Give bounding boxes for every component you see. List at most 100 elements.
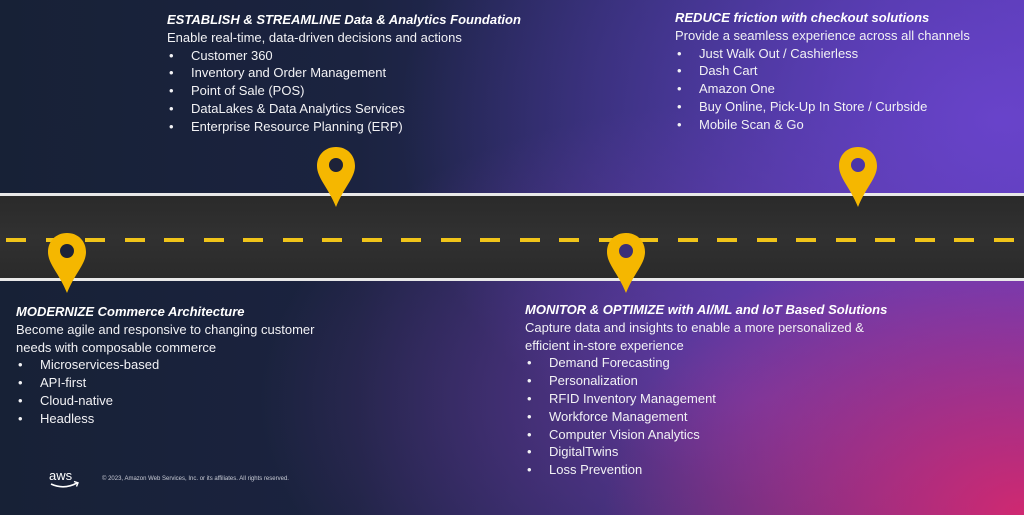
bullet-icon: • (677, 98, 682, 114)
center-line (0, 238, 1024, 242)
list-item: • Microservices-based (16, 356, 314, 374)
lane-dash (164, 238, 184, 242)
map-pin-icon-monitor (607, 233, 645, 293)
list-item-label: Dash Cart (699, 63, 758, 79)
bullet-icon: • (527, 462, 532, 478)
bullet-icon: • (527, 355, 532, 371)
list-item-label: Just Walk Out / Cashierless (699, 45, 859, 61)
list-item-label: Personalization (549, 373, 638, 389)
list-item: • Cloud-native (16, 392, 314, 410)
list-item: • Inventory and Order Management (167, 64, 521, 82)
reduce-title: REDUCE friction with checkout solutions (675, 10, 930, 25)
lane-dash (993, 238, 1014, 242)
lane-dash (559, 238, 579, 242)
list-item: • Loss Prevention (525, 461, 887, 479)
copyright-text: © 2023, Amazon Web Services, Inc. or its… (102, 476, 289, 482)
list-item-label: Point of Sale (POS) (191, 83, 305, 99)
list-item: • Workforce Management (525, 408, 887, 426)
lane-dash (519, 238, 540, 242)
lane-dash (677, 238, 698, 242)
lane-dash (875, 238, 895, 242)
list-item: • Customer 360 (167, 47, 521, 65)
list-item-label: Buy Online, Pick-Up In Store / Curbside (699, 98, 928, 114)
monitor-subtitle-line2: efficient in-store experience (525, 337, 684, 353)
map-pin-icon-modernize (48, 233, 86, 293)
lane-dash (480, 238, 500, 242)
bullet-icon: • (677, 45, 682, 61)
list-item: • Enterprise Resource Planning (ERP) (167, 118, 521, 136)
bullet-icon: • (527, 444, 532, 460)
establish-section: ESTABLISH & STREAMLINE Data & Analytics … (167, 11, 521, 136)
lane-dash (756, 238, 777, 242)
monitor-title: MONITOR & OPTIMIZE with AI/ML and IoT Ba… (525, 302, 888, 317)
lane-dash (85, 238, 105, 242)
list-item-label: Computer Vision Analytics (549, 426, 700, 442)
modernize-section: MODERNIZE Commerce Architecture Become a… (16, 303, 314, 428)
list-item: • Dash Cart (675, 62, 970, 80)
bullet-icon: • (169, 83, 174, 99)
list-item: • DigitalTwins (525, 443, 887, 461)
lane-dash (361, 238, 382, 242)
bullet-icon: • (677, 81, 682, 97)
list-item: • Just Walk Out / Cashierless (675, 45, 970, 63)
list-item-label: Amazon One (699, 81, 775, 97)
bullet-icon: • (169, 118, 174, 134)
map-pin-icon-reduce (839, 147, 877, 207)
list-item: • Headless (16, 410, 314, 428)
list-item: • Buy Online, Pick-Up In Store / Curbside (675, 98, 970, 116)
bullet-icon: • (169, 65, 174, 81)
bullet-icon: • (169, 100, 174, 116)
bullet-icon: • (677, 63, 682, 79)
lane-dash (954, 238, 974, 242)
list-item: • Personalization (525, 372, 887, 390)
list-item: • Demand Forecasting (525, 354, 887, 372)
lane-dash (440, 238, 461, 242)
list-item-label: Enterprise Resource Planning (ERP) (191, 118, 403, 134)
bullet-icon: • (527, 373, 532, 389)
lane-dash (6, 238, 26, 242)
monitor-section: MONITOR & OPTIMIZE with AI/ML and IoT Ba… (525, 301, 887, 479)
list-item-label: DataLakes & Data Analytics Services (191, 100, 405, 116)
lane-dash (835, 238, 856, 242)
aws-logo-text: aws (49, 468, 73, 483)
lane-dash (243, 238, 263, 242)
list-item-label: Headless (40, 410, 95, 426)
bullet-icon: • (527, 390, 532, 406)
list-item: • DataLakes & Data Analytics Services (167, 100, 521, 118)
list-item-label: Customer 360 (191, 47, 273, 63)
list-item-label: Cloud-native (40, 392, 113, 408)
lane-dash (914, 238, 935, 242)
establish-title: ESTABLISH & STREAMLINE Data & Analytics … (167, 12, 521, 27)
list-item: • RFID Inventory Management (525, 390, 887, 408)
list-item-label: DigitalTwins (549, 444, 619, 460)
monitor-subtitle-line1: Capture data and insights to enable a mo… (525, 319, 864, 335)
reduce-section: REDUCE friction with checkout solutions … (675, 9, 970, 134)
list-item: • Computer Vision Analytics (525, 426, 887, 444)
lane-dash (796, 238, 816, 242)
bullet-icon: • (677, 116, 682, 132)
list-item-label: Mobile Scan & Go (699, 116, 804, 132)
list-item: • Mobile Scan & Go (675, 116, 970, 134)
establish-subtitle: Enable real-time, data-driven decisions … (167, 29, 462, 45)
footer: aws © 2023, Amazon Web Services, Inc. or… (48, 468, 289, 490)
reduce-list: • Just Walk Out / Cashierless • Dash Cart • A… (675, 45, 970, 134)
list-item-label: RFID Inventory Management (549, 390, 716, 406)
list-item: • Point of Sale (POS) (167, 82, 521, 100)
modernize-title: MODERNIZE Commerce Architecture (16, 304, 245, 319)
list-item: • API-first (16, 374, 314, 392)
lane-dash (401, 238, 421, 242)
bullet-icon: • (527, 408, 532, 424)
list-item: • Amazon One (675, 80, 970, 98)
list-item-label: Loss Prevention (549, 462, 643, 478)
establish-list: • Customer 360 • Inventory and Order Manage… (167, 47, 521, 136)
bullet-icon: • (169, 47, 174, 63)
list-item-label: Workforce Management (549, 408, 688, 424)
aws-logo-icon: aws (49, 468, 79, 488)
bullet-icon: • (18, 392, 23, 408)
monitor-list: • Demand Forecasting • Personalization • RFID… (525, 354, 887, 479)
reduce-subtitle: Provide a seamless experience across all… (675, 27, 970, 43)
lane-dash (124, 238, 145, 242)
list-item-label: Inventory and Order Management (191, 65, 387, 81)
modernize-subtitle-line2: needs with composable commerce (16, 339, 217, 355)
modernize-list: • Microservices-based • API-first • Cloud-nat… (16, 356, 314, 427)
